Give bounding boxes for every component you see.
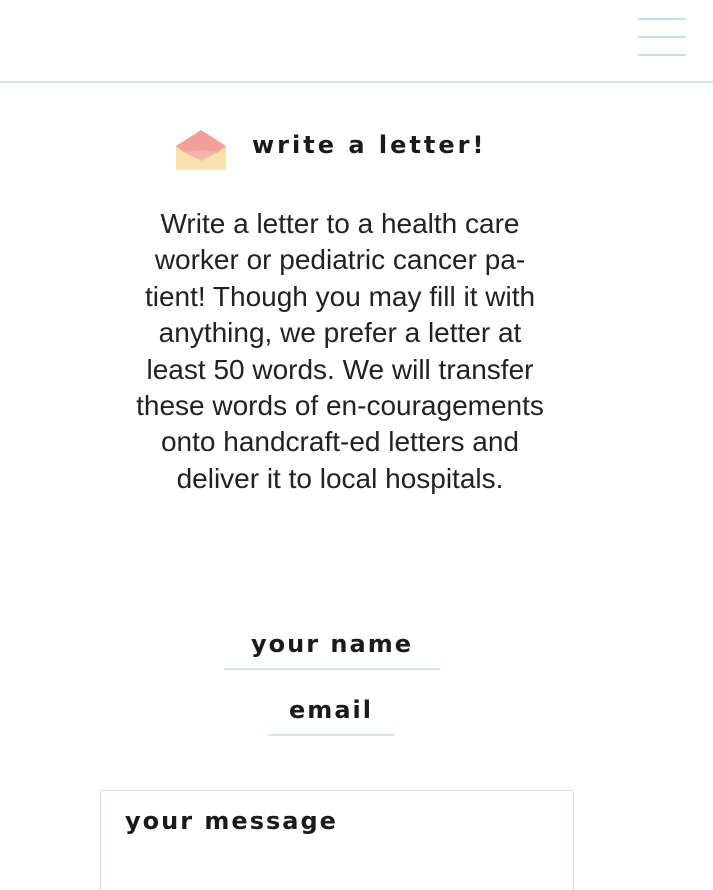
email-input[interactable]	[268, 686, 394, 736]
page-title: write a letter!	[252, 131, 487, 159]
section-heading: write a letter!	[174, 128, 514, 172]
name-input[interactable]	[224, 620, 440, 670]
hamburger-menu-icon[interactable]	[634, 14, 690, 62]
top-navigation-bar	[0, 0, 713, 83]
menu-bar-top	[638, 18, 686, 20]
menu-bar-bottom	[638, 54, 686, 56]
message-textarea[interactable]	[100, 790, 574, 890]
menu-bar-middle	[638, 36, 686, 38]
envelope-icon	[176, 130, 226, 170]
section-description: Write a letter to a health care worker o…	[136, 208, 544, 494]
